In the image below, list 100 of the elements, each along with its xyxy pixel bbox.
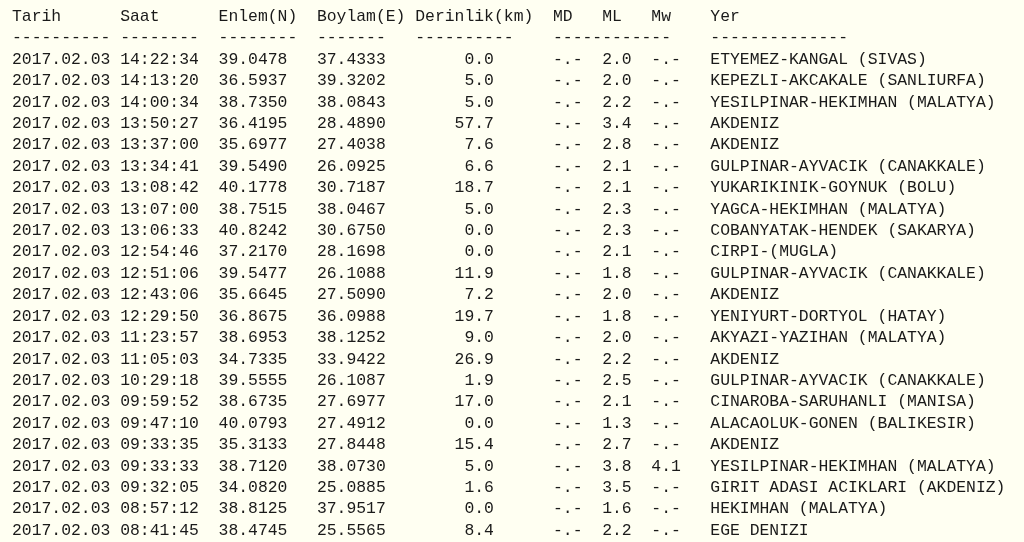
table-cell: -.- <box>552 177 583 199</box>
table-cell: -.- <box>651 155 681 178</box>
table-cell: 2.7 <box>602 434 632 456</box>
table-cell: -.- <box>552 241 583 263</box>
table-cell: 26.1087 <box>316 369 386 392</box>
table-cell: -.- <box>552 391 583 413</box>
separator-dashes: ---------- <box>415 27 514 49</box>
table-cell: YAGCA-HEKIMHAN (MALATYA) <box>710 198 947 221</box>
table-cell: -.- <box>552 220 583 242</box>
table-cell: 35.3133 <box>218 434 288 456</box>
table-cell: ALACAOLUK-GONEN (BALIKESIR) <box>710 412 976 435</box>
table-cell: 2017.02.03 <box>12 284 111 306</box>
table-cell: 2.2 <box>602 91 632 114</box>
table-cell: -.- <box>651 70 681 92</box>
table-cell: 18.7 <box>454 177 494 199</box>
table-cell: 35.6977 <box>218 134 288 156</box>
table-cell: -.- <box>552 327 583 349</box>
table-cell: 2.2 <box>602 348 632 370</box>
table-cell: 2017.02.03 <box>12 476 111 499</box>
column-header: Derinlik(km) <box>415 6 534 28</box>
table-cell: 38.6953 <box>218 327 288 349</box>
column-header: ML <box>602 6 622 28</box>
table-cell: 2.1 <box>602 391 632 413</box>
table-cell: AKYAZI-YAZIHAN (MALATYA) <box>710 327 947 349</box>
table-cell: 28.1698 <box>316 241 386 263</box>
table-cell: GIRIT ADASI ACIKLARI (AKDENIZ) <box>710 476 1006 499</box>
table-cell: 5.0 <box>464 198 494 221</box>
table-cell: 8.4 <box>464 519 494 542</box>
table-cell: 5.0 <box>464 455 494 477</box>
column-header: MD <box>552 6 573 28</box>
table-cell: -.- <box>651 476 681 499</box>
table-cell: 30.7187 <box>316 177 386 199</box>
table-cell: AKDENIZ <box>710 284 780 306</box>
table-cell: AKDENIZ <box>710 113 780 135</box>
table-cell: -.- <box>552 113 583 135</box>
table-cell: 2.1 <box>602 177 632 199</box>
table-cell: 26.1088 <box>316 262 386 285</box>
table-cell: 19.7 <box>454 305 494 328</box>
table-cell: 2017.02.03 <box>12 134 111 156</box>
table-cell: 7.2 <box>464 284 494 306</box>
table-cell: -.- <box>651 327 681 349</box>
table-cell: 38.7350 <box>218 91 288 114</box>
table-cell: 13:07:00 <box>120 198 199 221</box>
table-cell: 57.7 <box>454 113 494 135</box>
table-cell: -.- <box>552 476 583 499</box>
table-cell: 2017.02.03 <box>12 498 111 520</box>
table-cell: KEPEZLI-AKCAKALE (SANLIURFA) <box>710 70 986 92</box>
table-cell: -.- <box>552 198 583 221</box>
table-cell: 0.0 <box>464 220 494 242</box>
table-cell: 38.1252 <box>316 327 386 349</box>
table-cell: 14:13:20 <box>120 70 199 92</box>
table-cell: 3.5 <box>602 476 632 499</box>
table-cell: 12:51:06 <box>120 262 199 285</box>
table-cell: 11.9 <box>454 262 494 285</box>
table-cell: 27.4038 <box>316 134 386 156</box>
table-cell: 39.5555 <box>218 369 288 392</box>
table-cell: 5.0 <box>464 91 494 114</box>
separator-dashes: ------------ <box>552 27 671 49</box>
table-cell: 2017.02.03 <box>12 391 111 413</box>
table-cell: 15.4 <box>454 434 494 456</box>
table-cell: 38.8125 <box>218 498 288 520</box>
table-cell: 40.1778 <box>218 177 288 199</box>
table-cell: 2.5 <box>602 369 632 392</box>
separator-dashes: ------- <box>316 27 386 49</box>
table-cell: 09:47:10 <box>120 412 199 435</box>
table-cell: 30.6750 <box>316 220 386 242</box>
table-cell: -.- <box>552 412 583 435</box>
table-cell: 35.6645 <box>218 284 288 306</box>
table-cell: -.- <box>552 134 583 156</box>
table-cell: -.- <box>651 91 681 114</box>
table-cell: EGE DENIZI <box>710 519 809 542</box>
table-cell: CINAROBA-SARUHANLI (MANISA) <box>710 391 976 413</box>
separator-dashes: -------------- <box>710 27 849 49</box>
table-cell: 1.6 <box>464 476 494 499</box>
table-cell: 2.8 <box>602 134 632 156</box>
column-header: Enlem(N) <box>218 6 298 28</box>
table-cell: ETYEMEZ-KANGAL (SIVAS) <box>710 48 927 71</box>
table-cell: COBANYATAK-HENDEK (SAKARYA) <box>710 220 976 242</box>
table-cell: 13:34:41 <box>120 155 199 178</box>
table-cell: 3.4 <box>602 113 632 135</box>
table-cell: -.- <box>651 305 681 328</box>
separator-dashes: -------- <box>218 27 298 49</box>
table-cell: 2.0 <box>602 327 632 349</box>
table-cell: 2017.02.03 <box>12 327 111 349</box>
table-cell: 2017.02.03 <box>12 177 111 199</box>
table-cell: 6.6 <box>464 155 494 178</box>
table-cell: 36.5937 <box>218 70 288 92</box>
table-cell: 36.4195 <box>218 113 288 135</box>
table-cell: 2.0 <box>602 284 632 306</box>
table-cell: 2017.02.03 <box>12 70 111 92</box>
table-cell: AKDENIZ <box>710 434 780 456</box>
table-cell: -.- <box>552 262 583 285</box>
table-cell: 38.7120 <box>218 455 288 477</box>
table-cell: -.- <box>552 48 583 71</box>
table-cell: 36.0988 <box>316 305 386 328</box>
table-cell: -.- <box>651 519 681 542</box>
table-cell: 27.6977 <box>316 391 386 413</box>
table-cell: 2017.02.03 <box>12 412 111 435</box>
table-cell: YESILPINAR-HEKIMHAN (MALATYA) <box>710 91 996 114</box>
table-cell: -.- <box>651 262 681 285</box>
